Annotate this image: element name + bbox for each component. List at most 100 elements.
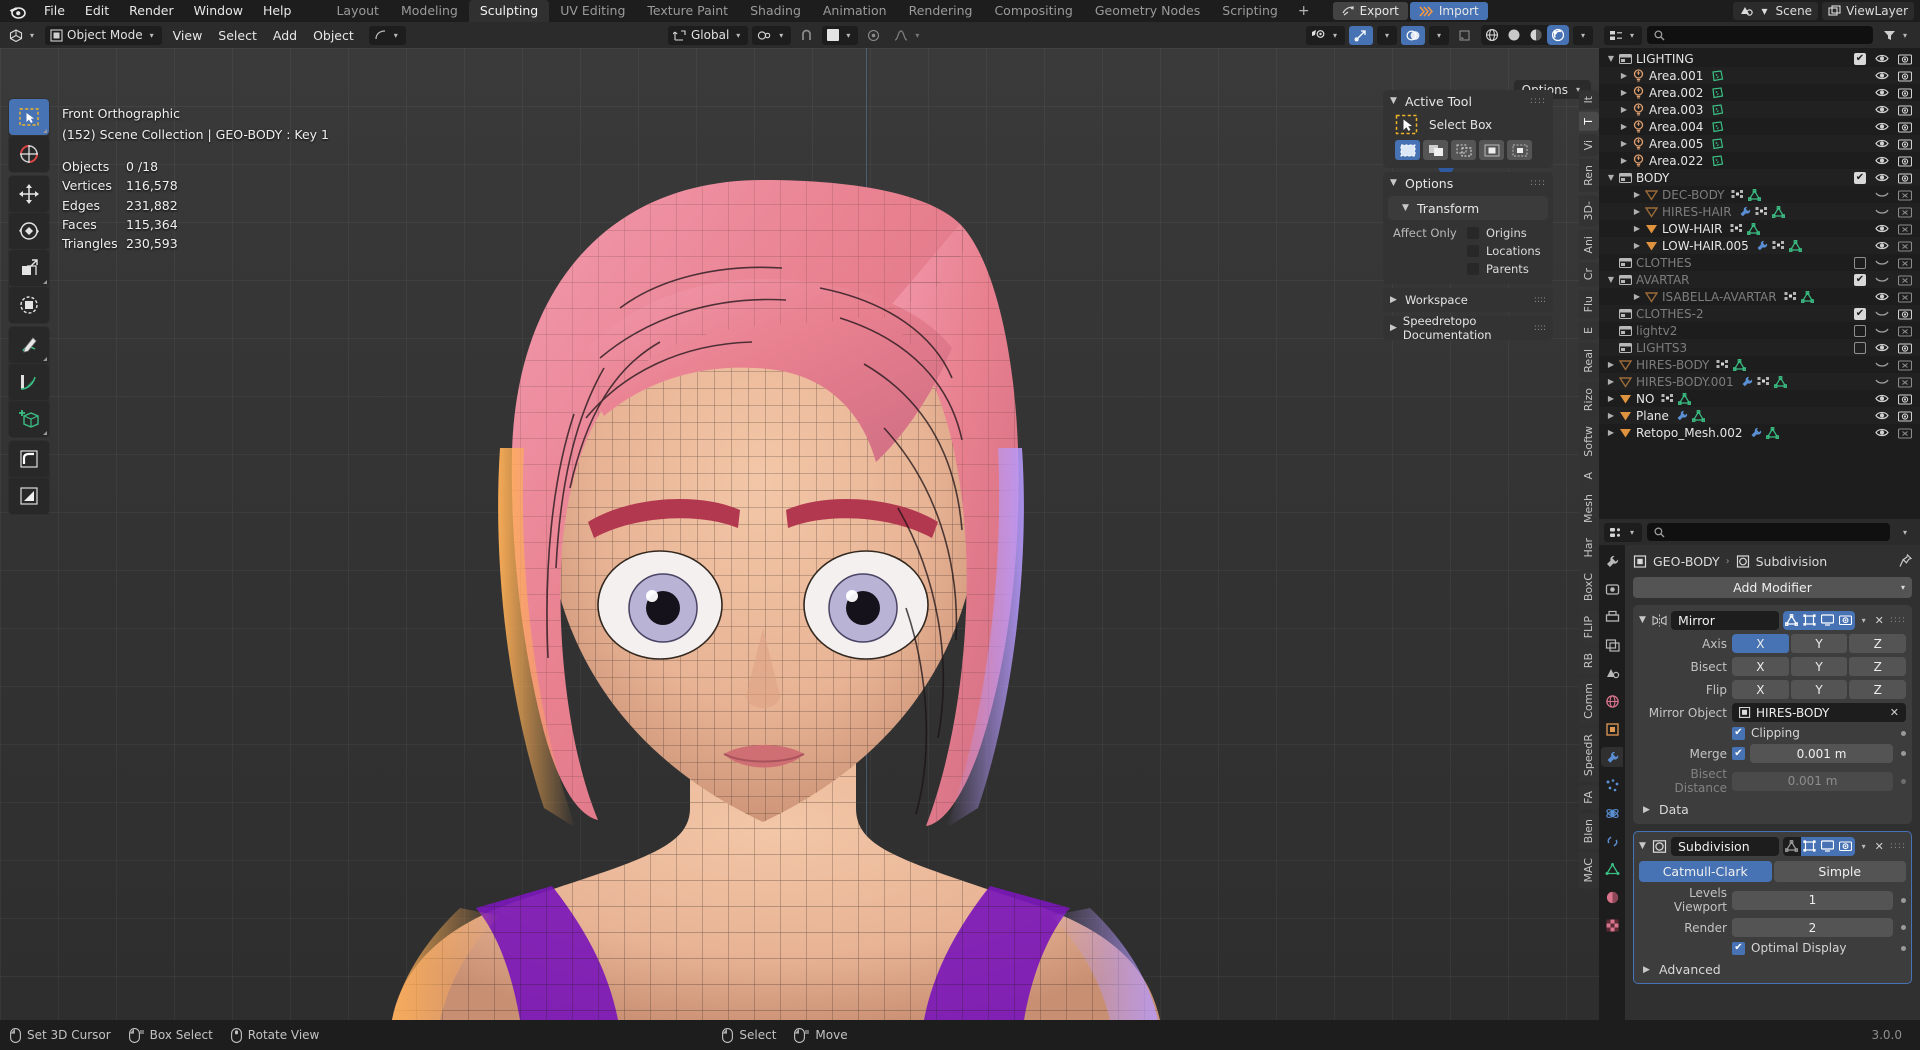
sidebar-tab-blen[interactable]: Blen	[1579, 813, 1599, 850]
shading-material-button[interactable]	[1525, 25, 1547, 45]
outliner-editor[interactable]: ▾ ▾ ▼ LIGHTING ✔ ▶ Area.001 ▶ Area.002 ▶ Area.00…	[1599, 22, 1920, 519]
checkbox[interactable]	[1467, 227, 1479, 239]
render-visibility-toggle[interactable]	[1898, 393, 1912, 405]
animate-property-dot[interactable]	[1901, 897, 1906, 903]
sidebar-tab-t[interactable]: T	[1579, 112, 1599, 132]
tab-world[interactable]	[1601, 691, 1623, 711]
render-visibility-toggle[interactable]	[1898, 104, 1912, 116]
visibility-toggle[interactable]	[1875, 359, 1889, 370]
chevron-right-icon[interactable]: ▶	[1605, 394, 1617, 403]
outliner-row[interactable]: lightv2	[1599, 322, 1920, 339]
render-field[interactable]: 2	[1732, 918, 1893, 937]
outliner-item-name[interactable]: Area.005	[1647, 137, 1703, 151]
select-mode-invert-icon[interactable]	[1479, 140, 1504, 160]
enable-checkbox[interactable]: ✔	[1854, 52, 1866, 65]
delete-modifier-button[interactable]: ✕	[1873, 614, 1886, 627]
chevron-right-icon[interactable]: ▶	[1631, 292, 1643, 301]
shading-solid-button[interactable]	[1503, 25, 1525, 45]
viewlayer-selector[interactable]: ViewLayer	[1822, 2, 1914, 20]
light-data-icon[interactable]	[1710, 120, 1724, 133]
outliner-row[interactable]: ▶ HIRES-BODY.001	[1599, 373, 1920, 390]
visibility-toggle[interactable]	[1875, 53, 1889, 64]
outliner-row[interactable]: ▶ Area.001	[1599, 67, 1920, 84]
outliner-item-name[interactable]: AVARTAR	[1634, 273, 1690, 287]
chevron-right-icon[interactable]: ▶	[1618, 139, 1630, 148]
light-data-icon[interactable]	[1710, 103, 1724, 116]
render-visibility-toggle[interactable]	[1898, 189, 1912, 201]
sidebar-tab-ren[interactable]: Ren	[1579, 159, 1599, 193]
toggle-flip-y[interactable]: Y	[1790, 680, 1848, 699]
outliner-filter-button[interactable]: ▾	[1877, 25, 1915, 45]
visibility-toggle[interactable]	[1875, 240, 1889, 251]
visibility-toggle[interactable]	[1875, 342, 1889, 353]
chevron-right-icon[interactable]: ▶	[1618, 122, 1630, 131]
render-visibility-toggle[interactable]	[1898, 274, 1912, 286]
tool-rotate[interactable]	[9, 213, 49, 249]
sidebar-tab-har[interactable]: Har	[1579, 532, 1599, 564]
enable-checkbox[interactable]: ✔	[1854, 307, 1866, 320]
enable-checkbox[interactable]	[1854, 341, 1866, 354]
pivot-point-selector[interactable]: ▾	[752, 25, 792, 45]
properties-search-input[interactable]	[1647, 523, 1890, 541]
render-visibility-toggle[interactable]	[1898, 257, 1912, 269]
toggle-axis-x[interactable]: X	[1732, 634, 1789, 653]
add-workspace-button[interactable]: +	[1289, 0, 1319, 22]
workspace-tab-animation[interactable]: Animation	[812, 0, 898, 22]
light-data-icon[interactable]	[1710, 69, 1724, 82]
enable-checkbox[interactable]: ✔	[1854, 273, 1866, 286]
merge-value-field[interactable]: 0.001 m	[1750, 744, 1893, 763]
mesh-edit-mode-dropdown[interactable]: ▾	[368, 25, 406, 45]
animate-property-dot[interactable]	[1901, 751, 1906, 756]
sidebar-tab-real[interactable]: Real	[1579, 342, 1599, 379]
tab-particles[interactable]	[1601, 775, 1623, 795]
tab-texture[interactable]	[1601, 915, 1623, 935]
render-visibility-toggle[interactable]	[1898, 155, 1912, 167]
outliner-row[interactable]: ▶ DEC-BODY	[1599, 186, 1920, 203]
visibility-toggle[interactable]	[1875, 308, 1889, 319]
workspace-tab-compositing[interactable]: Compositing	[983, 0, 1083, 22]
workspace-tab-shading[interactable]: Shading	[739, 0, 812, 22]
tab-modifier[interactable]	[1601, 747, 1623, 767]
modifier-icon[interactable]	[1757, 376, 1770, 388]
render-visibility-toggle[interactable]	[1898, 359, 1912, 371]
mesh-data-icon[interactable]	[1733, 358, 1747, 371]
wrench-icon[interactable]	[1756, 240, 1768, 252]
chevron-right-icon[interactable]: ▶	[1631, 224, 1643, 233]
outliner-item-name[interactable]: ISABELLA-AVARTAR	[1660, 290, 1777, 304]
visibility-toggle[interactable]	[1875, 325, 1889, 336]
toggle-axis-y[interactable]: Y	[1790, 634, 1848, 653]
enable-checkbox[interactable]: ✔	[1854, 171, 1866, 184]
modifier-icon[interactable]	[1730, 223, 1743, 235]
tool-select-box[interactable]	[9, 99, 49, 135]
top-menu-window[interactable]: Window	[184, 0, 253, 22]
modifier-card-subdivision[interactable]: ▼ Subdivision ▾ ✕:::: Catmull-Clark Simple Lev…	[1633, 831, 1912, 984]
overlays-toggle[interactable]	[1400, 25, 1425, 45]
visibility-toggle[interactable]	[1875, 121, 1889, 132]
visibility-toggle[interactable]	[1875, 257, 1889, 268]
visibility-toggle[interactable]	[1875, 410, 1889, 421]
outliner-editor-type-button[interactable]: ▾	[1604, 25, 1643, 45]
snap-settings[interactable]: ▾	[822, 25, 859, 45]
checkbox[interactable]: ✔	[1732, 726, 1745, 740]
outliner-item-name[interactable]: CLOTHES-2	[1634, 307, 1704, 321]
checkbox[interactable]	[1467, 245, 1479, 257]
outliner-item-name[interactable]: Area.001	[1647, 69, 1703, 83]
on-cage-icon[interactable]	[1783, 837, 1801, 856]
outliner-item-name[interactable]: LOW-HAIR	[1660, 222, 1723, 236]
outliner-item-name[interactable]: LIGHTING	[1634, 52, 1694, 66]
workspace-tab-uv-editing[interactable]: UV Editing	[549, 0, 636, 22]
chevron-right-icon[interactable]: ▶	[1631, 207, 1643, 216]
modifier-row-optimal-display[interactable]: ✔ Optimal Display	[1639, 941, 1906, 955]
visibility-toggle[interactable]	[1875, 70, 1889, 81]
on-cage-icon[interactable]	[1782, 610, 1801, 630]
bisect-distance-field[interactable]: 0.001 m	[1732, 771, 1893, 791]
workspace-tab-scripting[interactable]: Scripting	[1211, 0, 1289, 22]
shading-rendered-button[interactable]	[1546, 25, 1569, 45]
gizmo-options[interactable]: ▾	[1376, 25, 1397, 45]
workspace-tab-sculpting[interactable]: Sculpting	[468, 0, 550, 22]
tool-cursor[interactable]	[9, 136, 49, 172]
visibility-toggle[interactable]	[1875, 376, 1889, 387]
mesh-data-icon[interactable]	[1678, 392, 1692, 405]
panel-drag-handle[interactable]: ::::	[1530, 96, 1546, 106]
outliner-row[interactable]: ▶ LOW-HAIR.005	[1599, 237, 1920, 254]
